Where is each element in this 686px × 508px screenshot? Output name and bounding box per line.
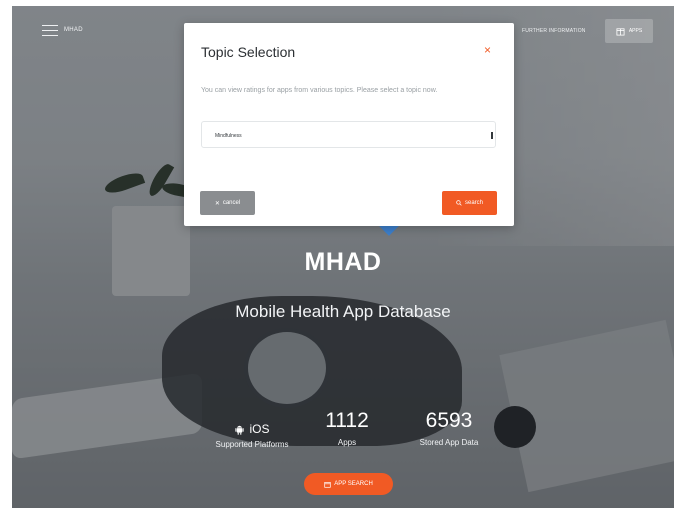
app-search-label: APP SEARCH [334, 481, 373, 487]
stat-stored-data: 6593 Stored App Data [404, 409, 494, 448]
cancel-label: cancel [222, 200, 241, 206]
select-arrow-icon [491, 132, 493, 139]
stored-count: 6593 [425, 409, 473, 432]
platform-ios-label: iOS [249, 422, 270, 436]
app-search-button[interactable]: APP SEARCH [304, 473, 393, 495]
platforms-caption: Supported Platforms [215, 440, 289, 449]
topic-selection-modal: Topic Selection × You can view ratings f… [184, 23, 514, 226]
further-information-link[interactable]: FURTHER INFORMATION [522, 28, 586, 34]
topic-select[interactable]: Mindfulness [201, 121, 496, 148]
hero-subtitle: Mobile Health App Database [235, 302, 451, 321]
search-icon [456, 200, 462, 206]
box-icon [616, 27, 625, 36]
topic-select-value: Mindfulness [215, 133, 242, 139]
apps-count: 1112 [325, 409, 369, 432]
box-icon [324, 481, 331, 488]
stored-caption: Stored App Data [419, 438, 479, 447]
stat-apps: 1112 Apps [312, 409, 382, 448]
cancel-button[interactable]: ✕ cancel [200, 191, 255, 215]
apps-button[interactable]: APPS [605, 19, 653, 43]
hero-title: MHAD [304, 248, 382, 276]
apps-caption: Apps [337, 438, 357, 447]
brand-link[interactable]: MHAD [64, 27, 83, 33]
modal-description: You can view ratings for apps from vario… [201, 87, 438, 94]
stat-platforms: iOS Supported Platforms [202, 418, 302, 449]
search-button[interactable]: search [442, 191, 497, 215]
modal-title: Topic Selection [201, 44, 296, 60]
android-icon [235, 425, 245, 435]
menu-icon[interactable] [42, 25, 58, 37]
apps-button-label: APPS [628, 28, 643, 34]
x-icon: ✕ [214, 200, 220, 207]
search-label: search [464, 200, 483, 206]
close-icon[interactable]: × [484, 43, 491, 57]
